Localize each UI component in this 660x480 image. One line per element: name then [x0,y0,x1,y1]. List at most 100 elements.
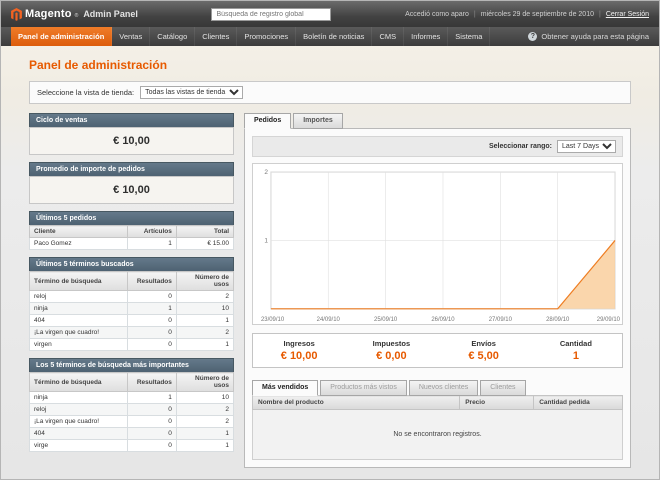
global-search-input[interactable] [211,8,331,21]
table-cell: 0 [127,404,176,416]
dashboard-columns: Ciclo de ventas € 10,00 Promedio de impo… [29,113,631,468]
column-header-precio: Precio [460,396,534,410]
tab-pedidos[interactable]: Pedidos [244,113,291,129]
store-view-bar: Seleccione la vista de tienda: Todas las… [29,81,631,104]
stat-label: Impuestos [345,339,437,348]
svg-text:1: 1 [264,237,268,244]
tab-clientes[interactable]: Clientes [480,380,525,396]
table-cell: 1 [127,392,176,404]
column-header-total: Total [176,226,233,238]
last-orders-title: Últimos 5 pedidos [29,211,234,225]
table-row[interactable]: ninja110 [30,392,234,404]
logo-text: Magento [25,8,72,20]
column-header-resultados: Resultados [127,373,176,392]
table-cell: Paco Gomez [30,238,128,250]
magento-logo: Magento ® Admin Panel [11,8,138,21]
table-cell: 0 [127,327,176,339]
nav-item-cms[interactable]: CMS [372,27,404,46]
table-row[interactable]: virge01 [30,440,234,452]
tab-nuevos-clientes[interactable]: Nuevos clientes [409,380,478,396]
stat-label: Envíos [438,339,530,348]
table-cell: ninja [30,392,128,404]
products-table: Nombre del productoPrecioCantidad pedida… [252,395,623,460]
nav-item-clientes[interactable]: Clientes [195,27,237,46]
chart-tabs: PedidosImportes [244,113,631,129]
nav-item-promociones[interactable]: Promociones [237,27,296,46]
right-column: PedidosImportes Seleccionar rango: Last … [244,113,631,468]
table-row[interactable]: 40401 [30,428,234,440]
table-row[interactable]: reloj02 [30,404,234,416]
orders-chart: 1223/09/1024/09/1025/09/1026/09/1027/09/… [252,163,623,325]
table-cell: 1 [176,339,233,351]
magento-logo-icon [11,8,22,21]
tab-mas-vendidos[interactable]: Más vendidos [252,380,318,396]
table-row[interactable]: ninja110 [30,303,234,315]
range-select[interactable]: Last 7 Days [557,140,616,153]
table-row[interactable]: ¡La virgen que cuadro!02 [30,327,234,339]
table-cell: ¡La virgen que cuadro! [30,416,128,428]
table-row[interactable]: virgen01 [30,339,234,351]
table-row[interactable]: reloj02 [30,291,234,303]
last-orders-box: Últimos 5 pedidos ClienteArtículosTotalP… [29,211,234,250]
page-help-link[interactable]: ? Obtener ayuda para esta página [528,27,649,46]
table-cell: 1 [176,440,233,452]
nav-items: Panel de administraciónVentasCatálogoCli… [11,27,490,46]
table-cell: reloj [30,291,128,303]
dashboard-panel: Seleccionar rango: Last 7 Days 1 2 23/09/1… [244,128,631,468]
help-label: Obtener ayuda para esta página [541,32,649,41]
table-cell: 1 [176,428,233,440]
svg-text:23/09/10: 23/09/10 [261,317,285,323]
column-header-cliente: Cliente [30,226,128,238]
top-search-terms-table: Término de búsquedaResultadosNúmero de u… [29,372,234,452]
nav-item-panel-de-administracion[interactable]: Panel de administración [11,27,112,46]
svg-text:29/09/10: 29/09/10 [597,317,621,323]
stat-value: 1 [530,350,622,362]
header-date: miércoles 29 de septiembre de 2010 [481,11,594,18]
range-label: Seleccionar rango: [489,143,552,150]
nav-item-sistema[interactable]: Sistema [448,27,490,46]
column-header-cantidad-pedida: Cantidad pedida [534,396,623,410]
svg-text:26/09/10: 26/09/10 [431,317,455,323]
table-cell: virgen [30,339,128,351]
nav-item-informes[interactable]: Informes [404,27,448,46]
table-cell: 10 [176,303,233,315]
stat-value: € 5,00 [438,350,530,362]
nav-item-ventas[interactable]: Ventas [112,27,150,46]
table-cell: virge [30,440,128,452]
lifetime-sales-box: Ciclo de ventas € 10,00 [29,113,234,155]
table-cell: 1 [176,315,233,327]
page-title: Panel de administración [29,58,631,72]
store-view-label: Seleccione la vista de tienda: [37,88,134,97]
top-search-terms-title: Los 5 términos de búsqueda más important… [29,358,234,372]
table-cell: 2 [176,291,233,303]
average-orders-box: Promedio de importe de pedidos € 10,00 [29,162,234,204]
tab-importes[interactable]: Importes [293,113,343,129]
column-header-articulos: Artículos [127,226,176,238]
orders-chart-svg: 1223/09/1024/09/1025/09/1026/09/1027/09/… [253,164,622,324]
global-search [146,8,397,21]
nav-item-boletin-de-noticias[interactable]: Boletín de noticias [296,27,372,46]
svg-text:24/09/10: 24/09/10 [317,317,341,323]
magento-admin-page: Magento ® Admin Panel Accedió como aparo… [0,0,660,480]
left-column: Ciclo de ventas € 10,00 Promedio de impo… [29,113,234,452]
last-search-terms-title: Últimos 5 términos buscados [29,257,234,271]
table-cell: 0 [127,440,176,452]
table-row[interactable]: 40401 [30,315,234,327]
logo-registered-mark: ® [75,13,79,19]
store-view-select[interactable]: Todas las vistas de tienda [140,86,243,99]
nav-item-catalogo[interactable]: Catálogo [150,27,195,46]
column-header-resultados: Resultados [127,272,176,291]
tab-productos-mas-vistos[interactable]: Productos más vistos [320,380,407,396]
logout-link[interactable]: Cerrar Sesión [606,11,649,18]
last-search-terms-box: Últimos 5 términos buscados Término de b… [29,257,234,351]
column-header-nombre-del-producto: Nombre del producto [253,396,460,410]
empty-row: No se encontraron registros. [253,410,623,460]
average-orders-value: € 10,00 [29,176,234,204]
svg-text:2: 2 [264,169,268,176]
table-row[interactable]: Paco Gomez1€ 15.00 [30,238,234,250]
table-row[interactable]: ¡La virgen que cuadro!02 [30,416,234,428]
content-area: Panel de administración Seleccione la vi… [1,46,659,468]
table-cell: 0 [127,416,176,428]
grid-tabs: Más vendidosProductos más vistosNuevos c… [252,380,623,396]
separator: | [474,11,476,18]
